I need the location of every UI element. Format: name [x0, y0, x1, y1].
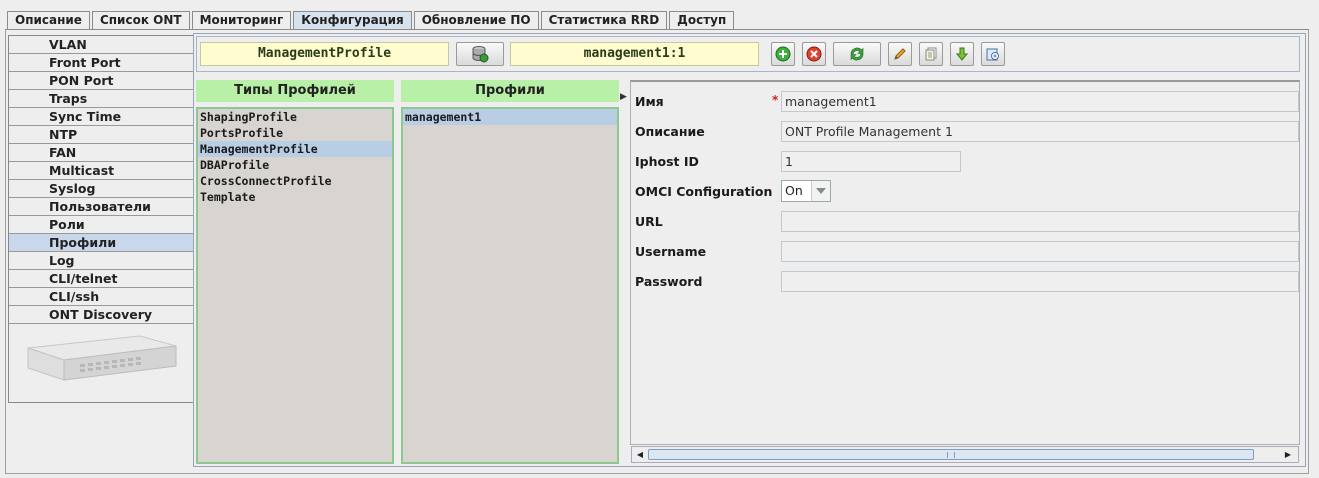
required-mark: * — [772, 93, 779, 107]
sidebar-item-cli-ssh[interactable]: CLI/ssh — [9, 288, 193, 306]
horizontal-scrollbar[interactable]: ◀ ▶ — [631, 446, 1299, 463]
download-icon — [955, 47, 969, 61]
sidebar-item-log[interactable]: Log — [9, 252, 193, 270]
sidebar-item-ont-discovery[interactable]: ONT Discovery — [9, 306, 193, 324]
database-button[interactable] — [456, 42, 504, 66]
edit-button[interactable] — [888, 42, 912, 66]
pencil-icon — [894, 48, 906, 60]
delete-button[interactable] — [802, 42, 826, 66]
list-item[interactable]: DBAProfile — [198, 157, 392, 173]
add-icon — [775, 46, 791, 62]
sidebar-item-syslog[interactable]: Syslog — [9, 180, 193, 198]
profile-form: Имя * management1 Описание ONT Profile M… — [630, 80, 1300, 445]
url-input[interactable] — [781, 211, 1299, 232]
scroll-left-icon[interactable]: ◀ — [634, 449, 646, 460]
tab-ont-list[interactable]: Список ONT — [91, 11, 190, 30]
export-icon — [986, 48, 999, 61]
tab-rrd-statistics[interactable]: Статистика RRD — [540, 11, 668, 30]
sidebar-item-cli-telnet[interactable]: CLI/telnet — [9, 270, 193, 288]
sidebar-item-sync-time[interactable]: Sync Time — [9, 108, 193, 126]
scroll-right-icon[interactable]: ▶ — [1282, 449, 1294, 460]
tab-monitoring[interactable]: Мониторинг — [191, 11, 292, 30]
list-item[interactable]: management1 — [403, 109, 617, 125]
database-icon — [472, 46, 489, 63]
refresh-icon — [850, 47, 864, 61]
tab-description[interactable]: Описание — [7, 11, 90, 30]
device-image — [27, 335, 177, 381]
tab-access[interactable]: Доступ — [669, 11, 735, 30]
sidebar-item-front-port[interactable]: Front Port — [9, 54, 193, 72]
list-item[interactable]: CrossConnectProfile — [198, 173, 392, 189]
chevron-down-icon[interactable] — [811, 181, 830, 201]
omci-select-value: On — [785, 183, 803, 198]
url-label: URL — [635, 214, 663, 229]
sidebar-item-roles[interactable]: Роли — [9, 216, 193, 234]
username-input[interactable] — [781, 241, 1299, 262]
grip-icon — [947, 452, 955, 458]
sidebar-item-pon-port[interactable]: PON Port — [9, 72, 193, 90]
omci-select[interactable]: On — [781, 180, 831, 202]
delete-icon — [806, 46, 822, 62]
tab-configuration[interactable]: Конфигурация — [293, 11, 412, 30]
profiles-header: Профили — [401, 80, 619, 102]
list-item[interactable]: ManagementProfile — [198, 141, 392, 157]
copy-button[interactable] — [919, 42, 943, 66]
password-label: Password — [635, 274, 703, 289]
list-item[interactable]: Template — [198, 189, 392, 205]
export-button[interactable] — [981, 42, 1005, 66]
add-button[interactable] — [771, 42, 795, 66]
top-tab-bar: Описание Список ONT Мониторинг Конфигура… — [7, 11, 736, 30]
tab-firmware-update[interactable]: Обновление ПО — [413, 11, 539, 30]
profile-types-header: Типы Профилей — [196, 80, 394, 102]
copy-icon — [925, 47, 937, 61]
profile-types-list: ShapingProfile PortsProfile ManagementPr… — [196, 107, 394, 464]
sidebar-item-traps[interactable]: Traps — [9, 90, 193, 108]
list-item[interactable]: PortsProfile — [198, 125, 392, 141]
splitter-arrow-icon[interactable]: ▶ — [620, 92, 628, 106]
list-item[interactable]: ShapingProfile — [198, 109, 392, 125]
password-input[interactable] — [781, 271, 1299, 292]
iphost-label: Iphost ID — [635, 154, 699, 169]
refresh-button[interactable] — [833, 42, 881, 66]
sidebar-item-profiles[interactable]: Профили — [9, 234, 193, 252]
sidebar-item-fan[interactable]: FAN — [9, 144, 193, 162]
download-button[interactable] — [950, 42, 974, 66]
name-input[interactable]: management1 — [781, 91, 1299, 112]
sidebar-item-multicast[interactable]: Multicast — [9, 162, 193, 180]
iphost-input[interactable]: 1 — [781, 151, 961, 172]
profiles-list: management1 — [401, 107, 619, 464]
profile-name-field: management1:1 — [510, 42, 759, 66]
description-input[interactable]: ONT Profile Management 1 — [781, 121, 1299, 142]
sidebar-item-ntp[interactable]: NTP — [9, 126, 193, 144]
profile-type-field: ManagementProfile — [200, 42, 449, 66]
sidebar-item-vlan[interactable]: VLAN — [9, 36, 193, 54]
sidebar-item-users[interactable]: Пользователи — [9, 198, 193, 216]
username-label: Username — [635, 244, 707, 259]
omci-label: OMCI Configuration — [635, 184, 773, 199]
description-label: Описание — [635, 124, 705, 139]
scrollbar-thumb[interactable] — [648, 449, 1254, 460]
name-label: Имя — [635, 94, 664, 109]
